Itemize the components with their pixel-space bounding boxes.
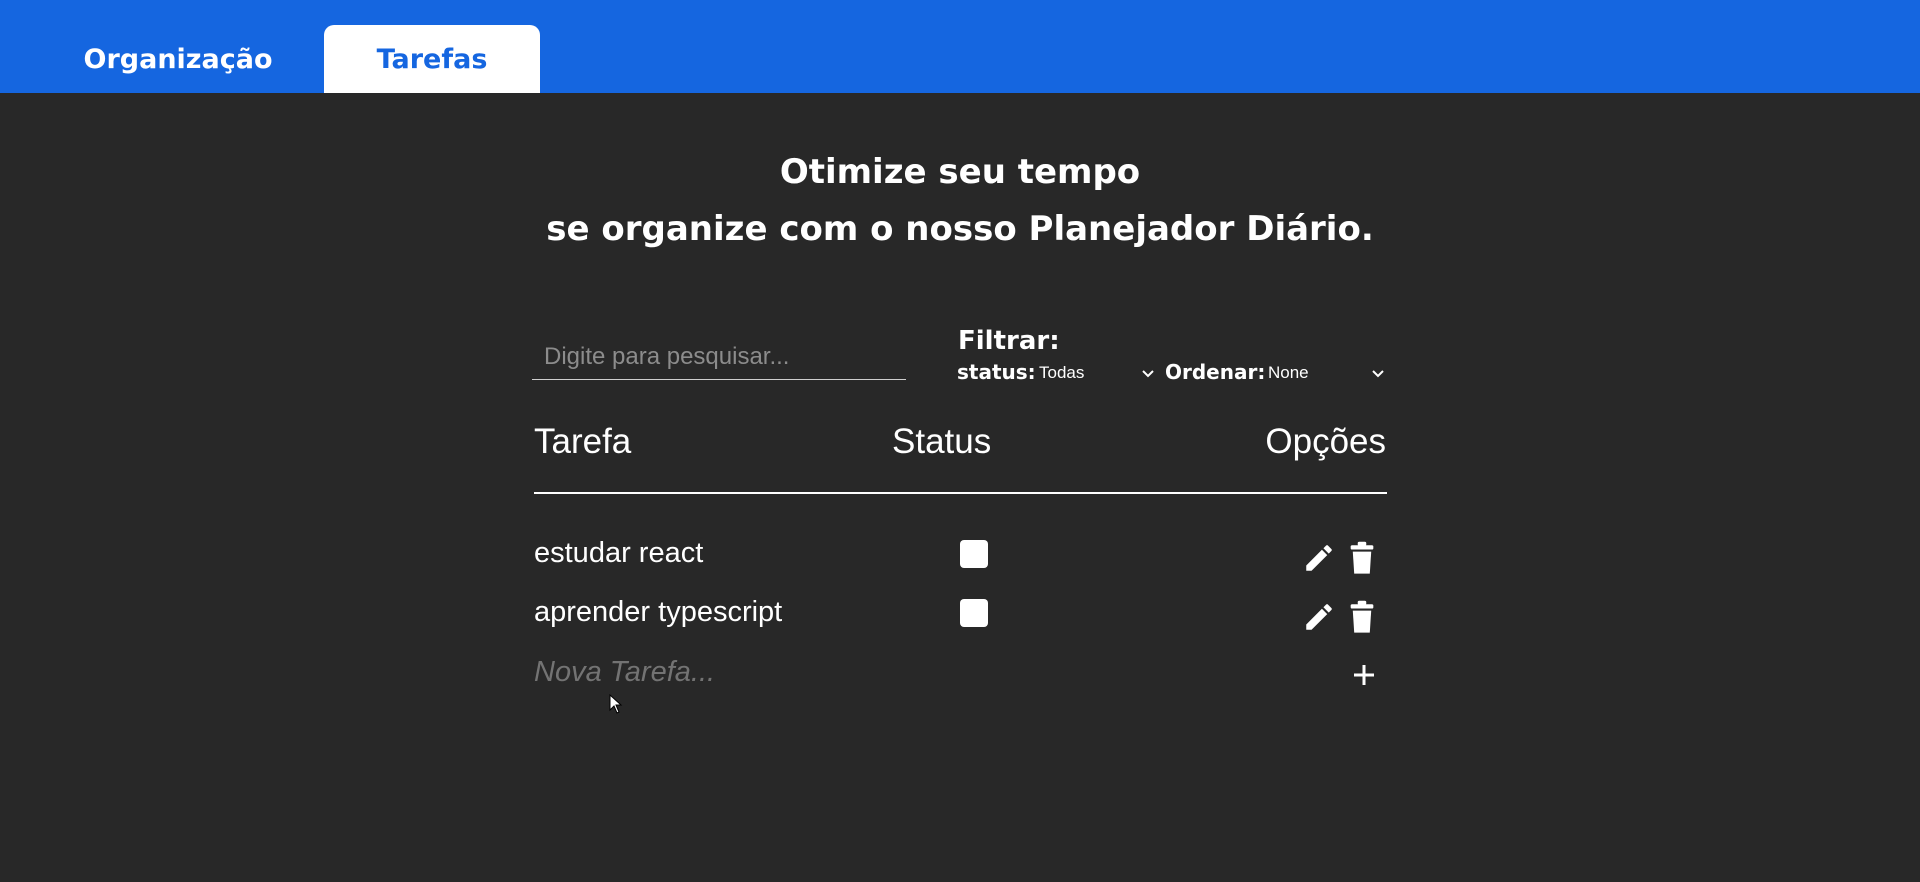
trash-icon[interactable] [1347,541,1377,575]
status-checkbox[interactable] [960,599,988,627]
table-row: estudar react [534,531,1387,587]
page-title-line-1: Otimize seu tempo [779,152,1141,192]
column-header-status: Status [892,422,992,461]
new-task-input[interactable] [534,650,1034,694]
pencil-icon[interactable] [1302,600,1336,634]
plus-icon[interactable] [1353,664,1375,686]
chevron-down-icon [1372,370,1384,378]
table-divider [534,492,1387,494]
search-input[interactable] [532,334,906,380]
tab-organizacao[interactable]: Organização [40,25,316,93]
order-label: Ordenar: [1165,360,1266,384]
order-select[interactable]: None [1268,360,1386,386]
chevron-down-icon [1142,370,1154,378]
table-row: aprender typescript [534,590,1387,646]
status-filter-select[interactable]: Todas [1039,360,1156,386]
tab-tarefas[interactable]: Tarefas [324,25,540,93]
mouse-cursor-icon [609,694,623,714]
filter-title: Filtrar: [958,326,1060,356]
pencil-icon[interactable] [1302,541,1336,575]
task-name: estudar react [534,537,704,569]
column-header-tarefa: Tarefa [534,422,632,461]
trash-icon[interactable] [1347,600,1377,634]
order-value: None [1268,363,1309,382]
status-checkbox[interactable] [960,540,988,568]
column-header-opcoes: Opções [1265,422,1386,461]
status-filter-label: status: [957,360,1036,384]
status-filter-value: Todas [1039,363,1085,382]
task-name: aprender typescript [534,596,783,628]
top-nav-bar: Organização Tarefas [0,0,1920,93]
page-title-line-2: se organize com o nosso Planejador Diári… [546,209,1374,249]
